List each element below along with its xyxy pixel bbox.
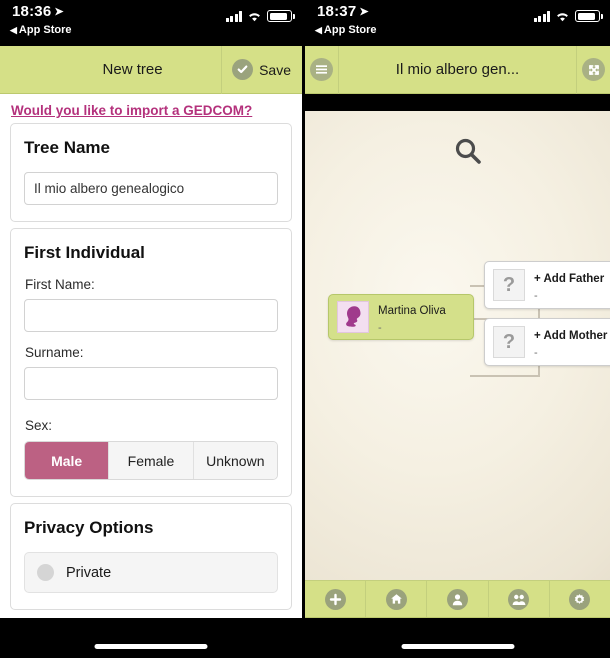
back-triangle-icon: ◀	[315, 25, 322, 35]
mother-node-text: + Add Mother -	[534, 326, 607, 359]
left-screen-new-tree: 18:36 ➤ ◀ App Store New tree Save Would …	[0, 0, 302, 658]
surname-label: Surname:	[25, 345, 84, 360]
mother-node-sub: -	[534, 346, 538, 359]
magnifier-icon[interactable]	[453, 136, 483, 171]
check-circle-icon	[232, 59, 254, 80]
family-tree-canvas[interactable]: Martina Oliva - ? + Add Father - ? + Add…	[305, 111, 610, 582]
people-icon	[508, 588, 530, 610]
person-icon	[447, 588, 468, 610]
home-indicator[interactable]	[401, 644, 514, 649]
tree-node-self[interactable]: Martina Oliva -	[328, 294, 474, 340]
right-screen-tree-view: 18:37➤ ◀App Store Il mio albero gen...	[305, 0, 610, 658]
location-arrow-icon: ➤	[54, 6, 64, 18]
status-time-text: 18:37	[317, 3, 357, 20]
toolbar-person-button[interactable]	[427, 581, 489, 617]
toolbar-people-button[interactable]	[489, 581, 550, 617]
question-mark-icon: ?	[493, 326, 525, 358]
first-individual-heading: First Individual	[24, 243, 145, 262]
back-triangle-icon: ◀	[10, 25, 17, 35]
privacy-options-card: Privacy Options Private	[10, 503, 292, 610]
privacy-private-row[interactable]: Private	[24, 552, 278, 593]
wifi-icon	[555, 11, 570, 22]
back-label: App Store	[323, 24, 377, 36]
toolbar-settings-button[interactable]	[550, 581, 610, 617]
sex-option-male[interactable]: Male	[25, 442, 110, 479]
wifi-icon	[247, 11, 262, 22]
back-to-app-store[interactable]: ◀ App Store	[315, 24, 376, 36]
toolbar-home-button[interactable]	[366, 581, 428, 617]
surname-input[interactable]	[24, 367, 278, 400]
tree-title: Il mio albero gen...	[395, 61, 520, 78]
new-tree-form[interactable]: Tree Name First Individual First Name: S…	[0, 123, 302, 622]
father-node-text: + Add Father -	[534, 269, 604, 302]
tree-name-heading: Tree Name	[24, 138, 110, 157]
privacy-private-label: Private	[66, 564, 112, 581]
save-button[interactable]: Save	[221, 45, 302, 94]
location-arrow-icon: ➤	[359, 6, 369, 18]
gear-icon	[569, 588, 591, 610]
radio-unselected-icon[interactable]	[37, 564, 54, 581]
left-status-bar: 18:36 ➤ ◀ App Store	[0, 0, 302, 46]
first-name-input[interactable]	[24, 299, 278, 332]
right-home-area	[305, 618, 610, 658]
dual-screenshot: 18:36 ➤ ◀ App Store New tree Save Would …	[0, 0, 610, 658]
sex-option-female[interactable]: Female	[109, 442, 194, 479]
father-node-sub: -	[534, 289, 538, 302]
self-node-text: Martina Oliva -	[378, 301, 446, 334]
question-mark-icon: ?	[493, 269, 525, 301]
privacy-options-heading: Privacy Options	[24, 518, 154, 537]
bottom-toolbar	[305, 580, 610, 618]
home-icon	[385, 588, 407, 610]
right-header-bar: Il mio albero gen...	[305, 45, 610, 94]
plus-icon	[324, 588, 346, 610]
status-time-text: 18:36	[12, 3, 52, 20]
battery-icon	[267, 10, 295, 22]
tree-name-card: Tree Name	[10, 123, 292, 222]
fullscreen-button[interactable]	[576, 45, 610, 94]
status-indicators	[225, 8, 295, 22]
expand-arrows-icon	[582, 58, 605, 81]
first-individual-card: First Individual First Name: Surname: Se…	[10, 228, 292, 497]
sex-segmented-control[interactable]: Male Female Unknown	[24, 441, 278, 480]
tree-name-input[interactable]	[24, 172, 278, 205]
mother-node-name: + Add Mother	[534, 329, 608, 342]
hamburger-menu-icon	[310, 58, 333, 81]
first-name-label: First Name:	[25, 277, 95, 292]
toolbar-add-button[interactable]	[305, 581, 367, 617]
connector-to-mother	[470, 375, 540, 377]
tree-node-add-mother[interactable]: ? + Add Mother -	[484, 318, 610, 366]
status-indicators	[533, 8, 603, 22]
back-to-app-store[interactable]: ◀ App Store	[10, 24, 71, 36]
battery-icon	[575, 10, 603, 22]
menu-button[interactable]	[305, 45, 339, 94]
gedcom-import-link[interactable]: Would you like to import a GEDCOM?	[11, 103, 252, 118]
page-title: New tree	[102, 61, 163, 78]
signal-bars-icon	[533, 11, 550, 22]
home-indicator[interactable]	[94, 644, 208, 649]
sex-option-unknown[interactable]: Unknown	[193, 442, 277, 479]
left-home-area	[0, 618, 302, 658]
left-header-bar: New tree Save	[0, 45, 302, 94]
status-time: 18:37 ➤	[317, 3, 369, 20]
status-time: 18:36 ➤	[12, 3, 64, 20]
self-node-sub: -	[378, 321, 382, 334]
right-status-bar: 18:37 ➤ ◀ App Store	[305, 0, 610, 46]
self-node-name: Martina Oliva	[378, 304, 446, 317]
sex-label: Sex:	[25, 418, 53, 433]
back-label: App Store	[18, 24, 72, 36]
father-node-name: + Add Father	[534, 272, 605, 285]
save-label: Save	[259, 61, 291, 78]
tree-node-add-father[interactable]: ? + Add Father -	[484, 261, 610, 309]
signal-bars-icon	[225, 11, 242, 22]
female-silhouette-icon	[337, 301, 369, 333]
